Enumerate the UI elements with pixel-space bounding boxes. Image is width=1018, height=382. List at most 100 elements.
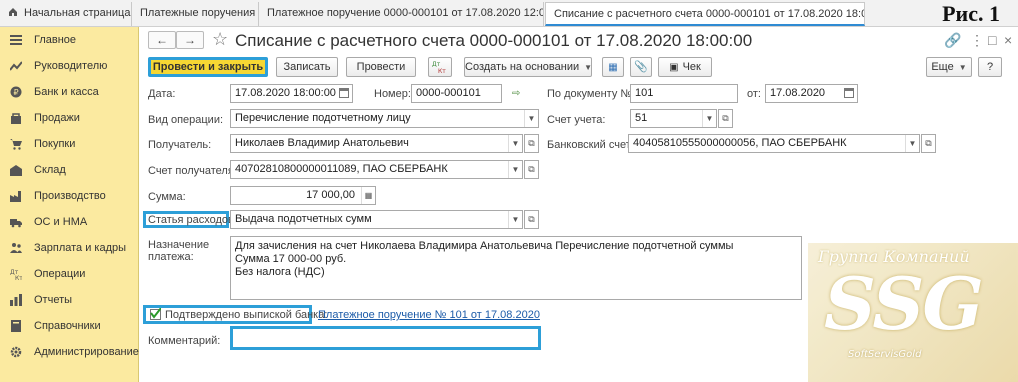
open-account-button[interactable]: ⧉ [718, 109, 733, 128]
sidebar-item-production[interactable]: Производство [0, 183, 139, 209]
tab-write-off[interactable]: Списание с расчетного счета 0000-000101 … [545, 2, 865, 26]
open-bank-account-button[interactable]: ⧉ [921, 134, 936, 153]
sidebar-item-admin[interactable]: Администрирование [0, 339, 139, 365]
create-based-on-button[interactable]: Создать на основании ▼ [464, 57, 592, 77]
comment-field[interactable] [233, 329, 538, 347]
number-edit-icon[interactable]: ⇨ [512, 88, 520, 99]
forward-button[interactable]: → [176, 31, 204, 49]
factory-icon [10, 191, 21, 202]
structure-icon: ▦ [608, 62, 618, 73]
sidebar-item-salary[interactable]: Зарплата и кадры [0, 235, 139, 261]
link-icon[interactable]: 🔗 [944, 32, 961, 49]
tab-label: Списание с расчетного счета 0000-000101 … [554, 8, 865, 20]
sidebar-item-warehouse[interactable]: Склад [0, 157, 139, 183]
sidebar-item-label: Покупки [34, 138, 76, 150]
purpose-line: Сумма 17 000-00 руб. [235, 253, 347, 265]
sidebar-item-label: Склад [34, 164, 66, 176]
tab-home[interactable]: Начальная страница [0, 2, 132, 26]
sidebar-item-bank[interactable]: ₽ Банк и касса [0, 79, 139, 105]
expense-item-select[interactable]: Выдача подотчетных сумм ▼ [230, 210, 523, 229]
number-field[interactable]: 0000-000101 [411, 84, 502, 103]
help-button[interactable]: ? [978, 57, 1002, 77]
date-value: 17.08.2020 18:00:00 [235, 87, 336, 99]
calendar-icon[interactable] [339, 88, 349, 98]
attach-button[interactable]: 📎 [630, 57, 652, 77]
purpose-label: Назначение [148, 239, 210, 251]
arrow-left-icon: ← [156, 33, 168, 47]
sidebar-item-sales[interactable]: Продажи [0, 105, 139, 131]
tab-label: Начальная страница [24, 7, 131, 19]
recipient-select[interactable]: Николаев Владимир Анатольевич ▼ [230, 134, 523, 153]
ssg-watermark: Группа Компаний SSG SoftServisGold [808, 243, 1018, 382]
truck-icon [10, 219, 22, 228]
people-icon [10, 243, 22, 253]
dropdown-icon[interactable]: ▼ [508, 211, 522, 228]
menu-icon [10, 35, 22, 45]
watermark-brand: SSG [824, 261, 984, 346]
amount-field[interactable]: 17 000,00 ▦ [230, 186, 376, 205]
dropdown-icon[interactable]: ▼ [524, 110, 538, 127]
sidebar-item-operations[interactable]: Дт Кт Операции [0, 261, 139, 287]
maximize-icon[interactable]: □ [988, 32, 996, 48]
recipient-account-label: Счет получателя: [148, 165, 237, 177]
sidebar-item-purchases[interactable]: Покупки [0, 131, 139, 157]
dropdown-icon[interactable]: ▼ [508, 135, 522, 152]
expense-item-value: Выдача подотчетных сумм [235, 213, 372, 225]
dropdown-icon: ▼ [958, 63, 967, 72]
purpose-textarea[interactable]: Для зачисления на счет Николаева Владими… [230, 236, 802, 300]
sidebar-item-label: Производство [34, 190, 106, 202]
from-date-field[interactable]: 17.08.2020 [765, 84, 858, 103]
sidebar-item-main[interactable]: Главное [0, 27, 139, 53]
operation-select[interactable]: Перечисление подотчетному лицу ▼ [230, 109, 539, 128]
recipient-account-select[interactable]: 40702810800000011089, ПАО СБЕРБАНК ▼ [230, 160, 523, 179]
dropdown-icon[interactable]: ▼ [905, 135, 919, 152]
confirmed-label: Подтверждено выпиской банка: [165, 309, 328, 321]
svg-text:Кт: Кт [15, 275, 22, 280]
sidebar-item-assets[interactable]: ОС и НМА [0, 209, 139, 235]
open-expense-item-button[interactable]: ⧉ [524, 210, 539, 229]
account-label: Счет учета: [547, 114, 606, 126]
calculator-icon[interactable]: ▦ [361, 187, 375, 204]
more-button[interactable]: Еще ▼ [926, 57, 972, 77]
sidebar-item-label: Администрирование [34, 346, 139, 358]
gear-icon [10, 346, 22, 358]
number-label: Номер: [374, 88, 411, 100]
svg-text:Дт: Дт [432, 61, 441, 68]
post-and-close-button[interactable]: Провести и закрыть [148, 57, 268, 77]
bank-account-label: Банковский счет: [547, 139, 634, 151]
calendar-icon[interactable] [844, 88, 854, 98]
sidebar-item-catalogs[interactable]: Справочники [0, 313, 139, 339]
close-icon[interactable]: × [1004, 32, 1012, 48]
arrow-right-icon: → [184, 33, 196, 47]
sidebar-item-reports[interactable]: Отчеты [0, 287, 139, 313]
save-button[interactable]: Записать [276, 57, 338, 77]
date-field[interactable]: 17.08.2020 18:00:00 [230, 84, 353, 103]
sidebar-item-label: Банк и касса [34, 86, 99, 98]
structure-button[interactable]: ▦ [602, 57, 624, 77]
favorite-star-icon[interactable]: ☆ [212, 29, 228, 50]
by-document-field[interactable]: 101 [630, 84, 738, 103]
menu-dots-icon[interactable]: ⋮ [970, 32, 984, 49]
dropdown-icon: ▼ [584, 63, 593, 72]
dropdown-icon[interactable]: ▼ [702, 110, 716, 127]
receipt-button[interactable]: ▣ Чек [658, 57, 712, 77]
dt-kt-button[interactable]: Дт Кт [428, 57, 452, 77]
account-select[interactable]: 51 ▼ [630, 109, 717, 128]
post-button[interactable]: Провести [346, 57, 416, 77]
by-document-label: По документу №: [547, 88, 636, 100]
tab-payment-orders[interactable]: Платежные поручения× [132, 2, 259, 26]
payment-order-link[interactable]: Платежное поручение № 101 от 17.08.2020 [318, 309, 540, 321]
sidebar-item-manager[interactable]: Руководителю [0, 53, 139, 79]
dropdown-icon[interactable]: ▼ [508, 161, 522, 178]
comment-label: Комментарий: [148, 335, 221, 347]
sidebar-item-label: Операции [34, 268, 86, 280]
from-date-value: 17.08.2020 [770, 87, 826, 99]
confirmed-checkbox[interactable] [150, 308, 161, 320]
open-recipient-button[interactable]: ⧉ [524, 134, 539, 153]
back-button[interactable]: ← [148, 31, 176, 49]
bank-account-select[interactable]: 40405810555000000056, ПАО СБЕРБАНК ▼ [628, 134, 920, 153]
purpose-label-line2: платежа: [148, 251, 194, 263]
open-recipient-account-button[interactable]: ⧉ [524, 160, 539, 179]
more-label: Еще [931, 61, 954, 73]
tab-payment-order[interactable]: Платежное поручение 0000-000101 от 17.08… [259, 2, 544, 26]
